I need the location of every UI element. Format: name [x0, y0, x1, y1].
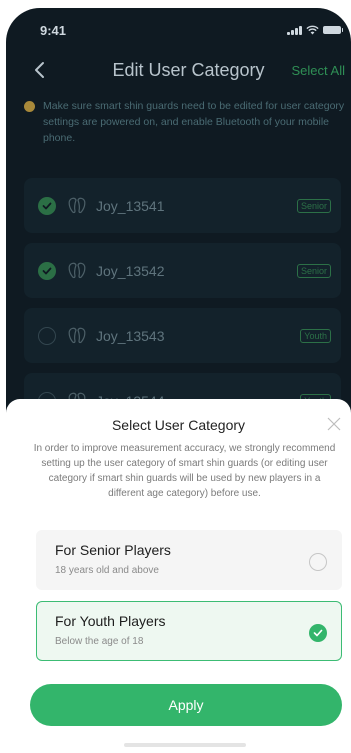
status-time: 9:41 [40, 23, 67, 38]
shin-guard-icon [68, 262, 86, 278]
shin-guard-icon [68, 327, 86, 343]
unchecked-circle-icon[interactable] [38, 326, 56, 345]
signal-icon [287, 25, 302, 35]
select-all-button[interactable]: Select All [292, 63, 345, 78]
shin-guard-icon [68, 197, 86, 213]
nav-bar: Edit User Category Select All [6, 56, 351, 86]
apply-button[interactable]: Apply [30, 684, 342, 726]
device-row[interactable]: Joy_13543 Youth [24, 308, 341, 363]
checked-circle-icon[interactable] [38, 196, 56, 215]
notice-text: Make sure smart shin guards need to be e… [43, 100, 345, 144]
category-badge: Youth [300, 328, 331, 343]
close-icon[interactable] [327, 417, 341, 431]
category-bottom-sheet: Select User Category In order to improve… [6, 399, 351, 753]
device-row[interactable]: Joy_13542 Senior [24, 243, 341, 298]
option-subtitle: Below the age of 18 [55, 636, 144, 647]
category-badge: Senior [296, 198, 331, 213]
status-bar: 9:41 [6, 8, 351, 52]
device-name: Joy_13543 [96, 327, 165, 344]
option-subtitle: 18 years old and above [55, 565, 159, 576]
device-row[interactable]: Joy_13541 Senior [24, 178, 341, 233]
option-title: For Youth Players [55, 613, 166, 629]
device-name: Joy_13542 [96, 262, 165, 279]
status-icons [287, 25, 343, 35]
option-title: For Senior Players [55, 542, 171, 558]
radio-checked-icon[interactable] [309, 624, 327, 642]
device-name: Joy_13541 [96, 197, 165, 214]
battery-icon [323, 26, 343, 34]
sheet-title: Select User Category [111, 417, 246, 433]
notice-dot-icon [24, 101, 35, 112]
sheet-description: In order to improve measurement accuracy… [33, 443, 336, 499]
bluetooth-notice: Make sure smart shin guards need to be e… [24, 98, 347, 146]
option-senior-players[interactable]: For Senior Players 18 years old and abov… [36, 530, 342, 590]
wifi-icon [306, 25, 319, 35]
radio-unchecked-icon[interactable] [309, 553, 327, 571]
option-youth-players[interactable]: For Youth Players Below the age of 18 [36, 601, 342, 661]
checked-circle-icon[interactable] [38, 261, 56, 280]
category-badge: Senior [296, 263, 331, 278]
home-indicator [124, 743, 246, 747]
